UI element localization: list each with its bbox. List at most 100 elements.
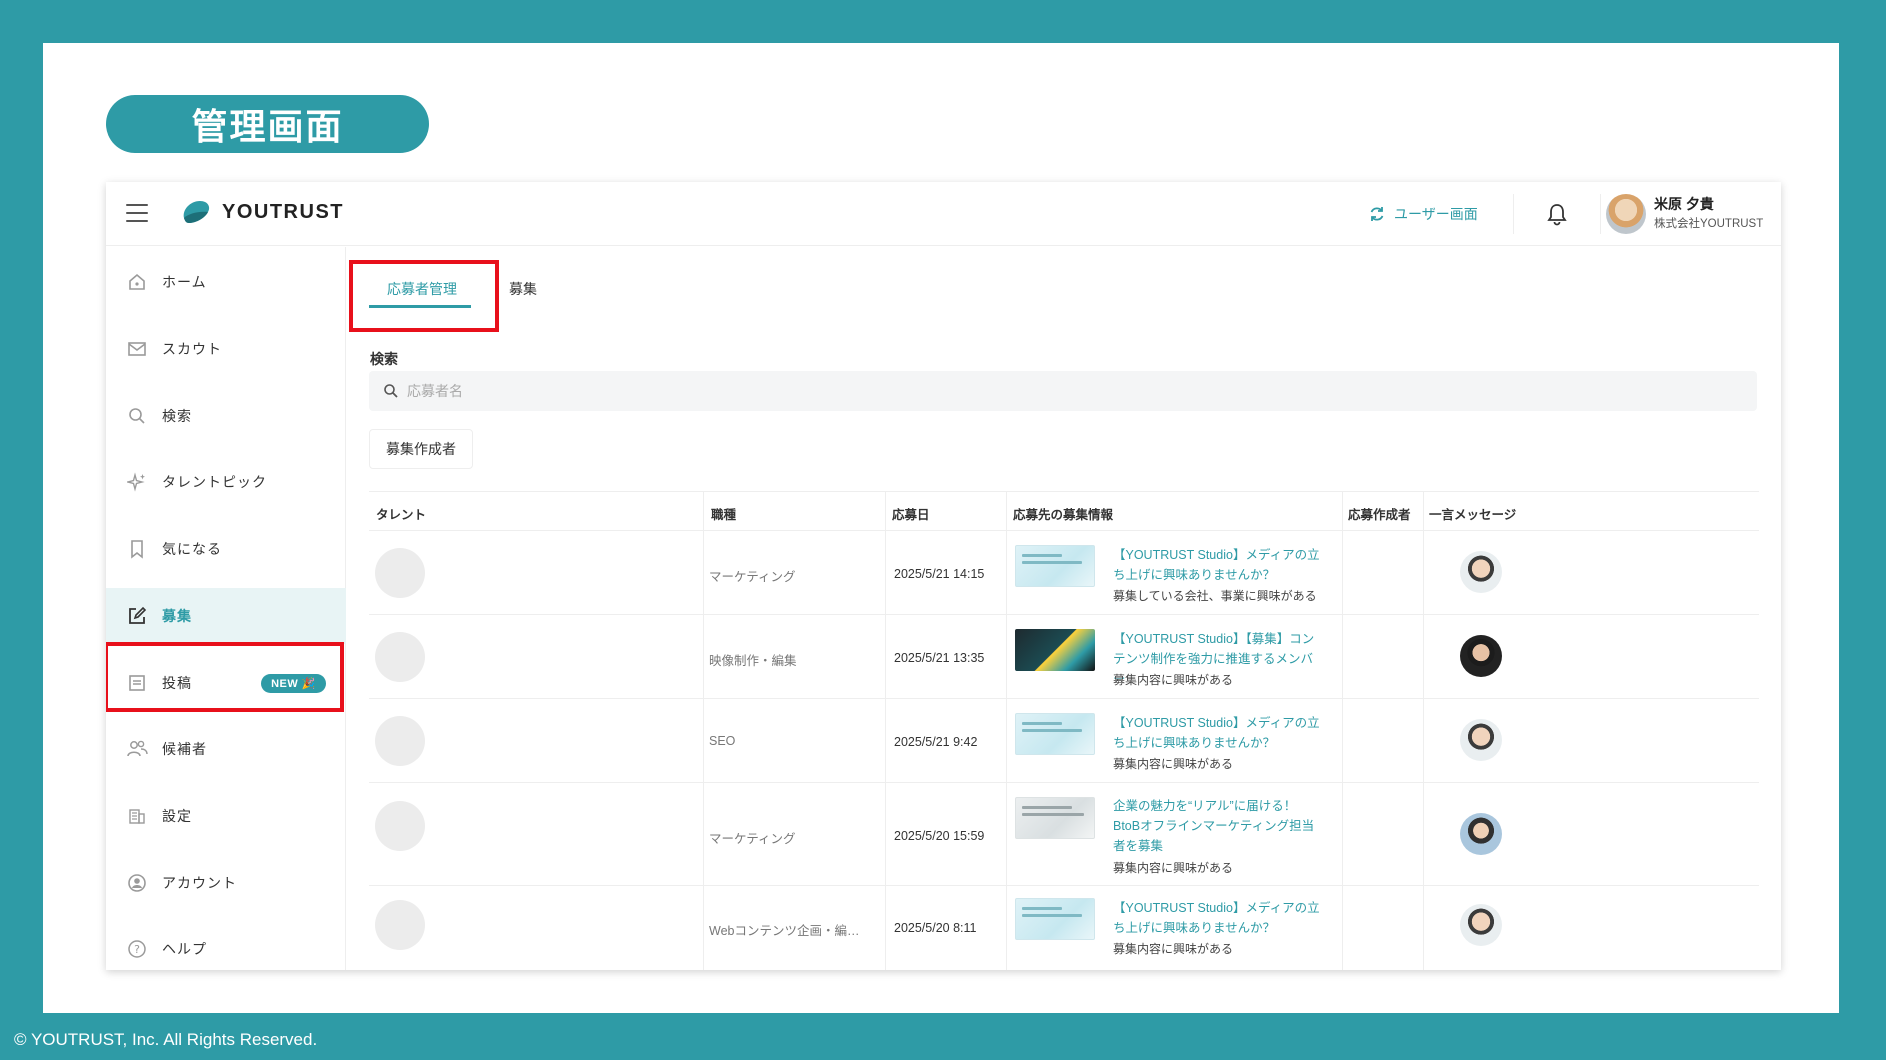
edit-icon bbox=[126, 605, 148, 627]
apply-date: 2025/5/20 15:59 bbox=[894, 829, 985, 843]
highlight-box-sidebar bbox=[106, 642, 344, 712]
mail-icon bbox=[126, 338, 148, 360]
talent-avatar[interactable] bbox=[375, 900, 425, 950]
posting-title-link[interactable]: 【YOUTRUST Studio】メディアの立ち上げに興味ありませんか？ bbox=[1113, 713, 1323, 753]
sidebar-item-account[interactable]: アカウント bbox=[106, 855, 346, 911]
column-header-talent: タレント bbox=[376, 508, 427, 522]
table-row[interactable]: SEO 2025/5/21 9:42 【YOUTRUST Studio】メディア… bbox=[369, 699, 1759, 783]
search-box[interactable] bbox=[369, 371, 1757, 411]
profile-company: 株式会社YOUTRUST bbox=[1654, 218, 1764, 230]
creator-avatar[interactable] bbox=[1460, 635, 1502, 677]
table-row[interactable]: Webコンテンツ企画・編… 2025/5/20 8:11 【YOUTRUST S… bbox=[369, 886, 1759, 970]
sidebar-item-label: ヘルプ bbox=[162, 941, 207, 957]
posting-title-link[interactable]: 企業の魅力を“リアル”に届ける！BtoBオフラインマーケティング担当者を募集 bbox=[1113, 796, 1323, 856]
account-icon bbox=[126, 872, 148, 894]
svg-text:?: ? bbox=[134, 943, 140, 956]
sidebar-item-talent-pick[interactable]: タレントピック bbox=[106, 454, 346, 510]
user-screen-label: ユーザー画面 bbox=[1394, 206, 1478, 222]
posting-reason: 募集内容に興味がある bbox=[1113, 942, 1234, 956]
job-type: Webコンテンツ企画・編… bbox=[709, 924, 860, 938]
sidebar-item-label: タレントピック bbox=[162, 474, 267, 490]
people-icon bbox=[126, 738, 148, 760]
refresh-icon bbox=[1370, 207, 1384, 221]
column-header-job-type: 職種 bbox=[711, 508, 737, 522]
sidebar-item-home[interactable]: ホーム bbox=[106, 254, 346, 310]
posting-title-link[interactable]: 【YOUTRUST Studio】メディアの立ち上げに興味ありませんか？ bbox=[1113, 898, 1323, 938]
app-window: YOUTRUST ユーザー画面 米原 夕貴 株式会社YOUTRUST ホーム ス… bbox=[106, 182, 1781, 970]
home-icon bbox=[126, 271, 148, 293]
building-icon bbox=[126, 805, 148, 827]
sidebar-item-candidates[interactable]: 候補者 bbox=[106, 721, 346, 777]
profile-avatar[interactable] bbox=[1606, 194, 1646, 234]
column-header-creator: 応募作成者 bbox=[1348, 508, 1411, 522]
top-bar: YOUTRUST ユーザー画面 米原 夕貴 株式会社YOUTRUST bbox=[106, 182, 1781, 246]
column-header-posting: 応募先の募集情報 bbox=[1013, 508, 1114, 522]
column-header-apply-date: 応募日 bbox=[892, 508, 930, 522]
header-divider bbox=[1513, 194, 1514, 234]
search-icon bbox=[384, 384, 398, 398]
apply-date: 2025/5/20 8:11 bbox=[894, 921, 977, 935]
creator-filter-button[interactable]: 募集作成者 bbox=[369, 429, 473, 469]
apply-date: 2025/5/21 13:35 bbox=[894, 651, 985, 665]
sidebar-item-label: 検索 bbox=[162, 408, 192, 424]
posting-thumbnail[interactable] bbox=[1015, 629, 1095, 671]
search-label: 検索 bbox=[370, 351, 398, 367]
sidebar-item-label: 募集 bbox=[162, 608, 192, 624]
sidebar-item-settings[interactable]: 設定 bbox=[106, 788, 346, 844]
sidebar-item-label: 気になる bbox=[162, 541, 222, 557]
sidebar-item-recruitment[interactable]: 募集 bbox=[106, 588, 346, 644]
posting-thumbnail[interactable] bbox=[1015, 797, 1095, 839]
talent-avatar[interactable] bbox=[375, 632, 425, 682]
posting-reason: 募集内容に興味がある bbox=[1113, 757, 1234, 771]
search-input[interactable] bbox=[407, 383, 1707, 399]
logo[interactable]: YOUTRUST bbox=[180, 198, 344, 226]
apply-date: 2025/5/21 9:42 bbox=[894, 735, 978, 749]
sparkle-icon bbox=[126, 471, 148, 493]
creator-avatar[interactable] bbox=[1460, 719, 1502, 761]
posting-reason: 募集している会社、事業に興味がある bbox=[1113, 589, 1317, 603]
creator-avatar[interactable] bbox=[1460, 551, 1502, 593]
talent-avatar[interactable] bbox=[375, 801, 425, 851]
sidebar-item-label: アカウント bbox=[162, 875, 237, 891]
highlight-box-tab bbox=[349, 260, 499, 332]
help-icon: ? bbox=[126, 938, 148, 960]
table-row[interactable]: マーケティング 2025/5/21 14:15 【YOUTRUST Studio… bbox=[369, 531, 1759, 615]
posting-thumbnail[interactable] bbox=[1015, 545, 1095, 587]
talent-avatar[interactable] bbox=[375, 548, 425, 598]
apply-date: 2025/5/21 14:15 bbox=[894, 567, 985, 581]
sidebar-item-label: 設定 bbox=[162, 808, 192, 824]
bell-icon[interactable] bbox=[1546, 202, 1568, 226]
column-header-message: 一言メッセージ bbox=[1429, 508, 1517, 522]
posting-reason: 募集内容に興味がある bbox=[1113, 673, 1234, 687]
bookmark-icon bbox=[126, 538, 148, 560]
slide: 管理画面 YOUTRUST ユーザー画面 米原 夕貴 株式会社YOUTRUST … bbox=[43, 43, 1839, 1013]
logo-mark-icon bbox=[183, 201, 210, 223]
table-header: タレント 職種 応募日 応募先の募集情報 応募作成者 一言メッセージ bbox=[369, 491, 1759, 531]
user-screen-link[interactable]: ユーザー画面 bbox=[1368, 204, 1478, 224]
posting-reason: 募集内容に興味がある bbox=[1113, 861, 1234, 875]
sidebar-item-search[interactable]: 検索 bbox=[106, 388, 346, 444]
table-row[interactable]: 映像制作・編集 2025/5/21 13:35 【YOUTRUST Studio… bbox=[369, 615, 1759, 699]
posting-thumbnail[interactable] bbox=[1015, 898, 1095, 940]
sidebar-item-label: 候補者 bbox=[162, 741, 207, 757]
job-type: マーケティング bbox=[709, 570, 796, 584]
copyright-footer: © YOUTRUST, Inc. All Rights Reserved. bbox=[14, 1030, 318, 1049]
tab-recruitment[interactable]: 募集 bbox=[509, 279, 537, 299]
table-row[interactable]: マーケティング 2025/5/20 15:59 企業の魅力を“リアル”に届ける！… bbox=[369, 783, 1759, 886]
creator-avatar[interactable] bbox=[1460, 813, 1502, 855]
posting-title-link[interactable]: 【YOUTRUST Studio】メディアの立ち上げに興味ありませんか？ bbox=[1113, 545, 1323, 585]
search-icon bbox=[126, 405, 148, 427]
sidebar-item-favorites[interactable]: 気になる bbox=[106, 521, 346, 577]
sidebar-item-help[interactable]: ? ヘルプ bbox=[106, 921, 346, 970]
job-type: 映像制作・編集 bbox=[709, 654, 797, 668]
main-content: 応募者管理 募集 検索 募集作成者 タレント 職種 応募日 応募先の募集情報 応… bbox=[347, 247, 1781, 970]
creator-avatar[interactable] bbox=[1460, 904, 1502, 946]
talent-avatar[interactable] bbox=[375, 716, 425, 766]
sidebar-item-scout[interactable]: スカウト bbox=[106, 321, 346, 377]
sidebar-item-label: ホーム bbox=[162, 274, 207, 290]
job-type: マーケティング bbox=[709, 832, 796, 846]
profile-name: 米原 夕貴 bbox=[1654, 196, 1714, 212]
posting-thumbnail[interactable] bbox=[1015, 713, 1095, 755]
hamburger-menu-icon[interactable] bbox=[126, 204, 148, 222]
sidebar-item-label: スカウト bbox=[162, 341, 222, 357]
